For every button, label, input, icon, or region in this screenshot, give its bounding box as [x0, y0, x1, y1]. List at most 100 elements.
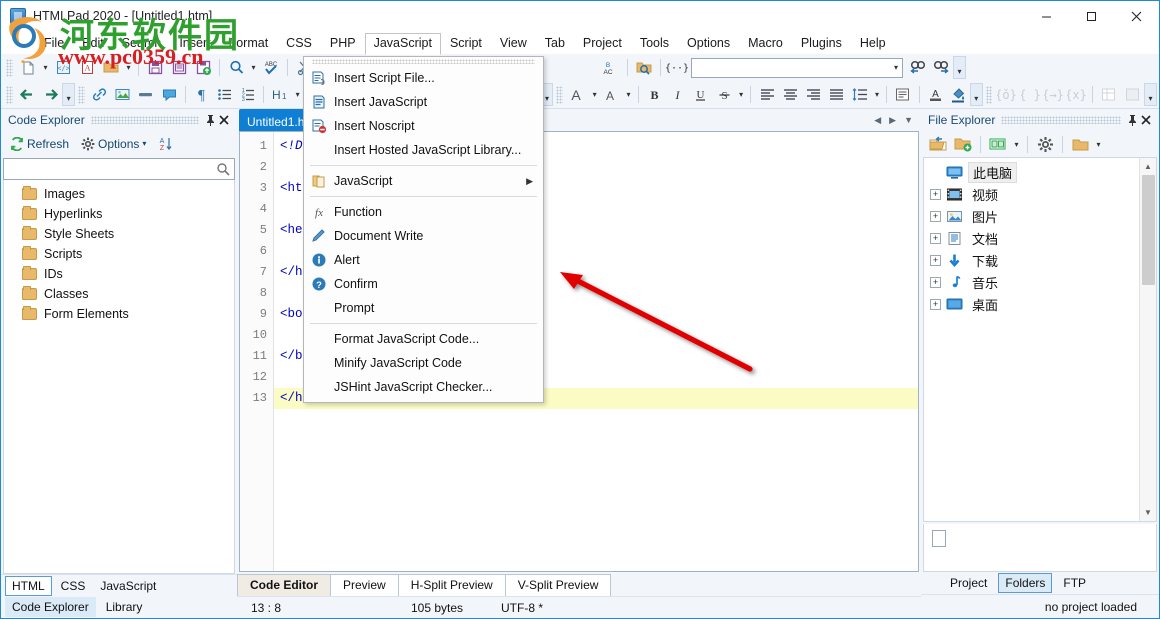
tab-project[interactable]: Project: [943, 573, 994, 593]
font-color-dropdown[interactable]: ▾: [589, 83, 600, 106]
paragraph-icon[interactable]: ¶: [190, 83, 213, 106]
snippet-icon[interactable]: {··}: [665, 56, 689, 79]
file-node-documents[interactable]: + 文档: [924, 227, 1139, 249]
file-node-desktop[interactable]: + 桌面: [924, 293, 1139, 315]
menu-item-jshint-javascript-checker[interactable]: JSHint JavaScript Checker...: [304, 375, 543, 399]
tab-ftp[interactable]: FTP: [1056, 573, 1093, 593]
find-in-files-icon[interactable]: [632, 56, 656, 79]
toolbar-grip[interactable]: [985, 85, 993, 104]
chevron-down-icon[interactable]: ▾: [894, 63, 898, 72]
new-page-icon[interactable]: A: [75, 56, 99, 79]
menu-drag-grip[interactable]: [312, 59, 535, 64]
menu-item-javascript-submenu[interactable]: JavaScript ▶: [304, 169, 543, 193]
font-size-dropdown[interactable]: ▾: [623, 83, 634, 106]
scroll-down-icon[interactable]: ▼: [1140, 504, 1157, 521]
maximize-button[interactable]: [1069, 1, 1114, 31]
toolbar-overflow-nav[interactable]: ▾: [62, 83, 75, 106]
minimize-button[interactable]: [1024, 1, 1069, 31]
menu-item-alert[interactable]: Alert: [304, 248, 543, 272]
bullet-list-icon[interactable]: [213, 83, 236, 106]
code-explorer-search[interactable]: [3, 158, 235, 180]
scroll-up-icon[interactable]: ▲: [1140, 158, 1157, 175]
tab-next-icon[interactable]: ▶: [889, 115, 896, 126]
menu-item-document-write[interactable]: Document Write: [304, 224, 543, 248]
abc-replace-icon[interactable]: B AC: [599, 56, 623, 79]
close-icon[interactable]: [1141, 115, 1155, 125]
menu-plugins[interactable]: Plugins: [792, 33, 851, 54]
menu-javascript[interactable]: JavaScript: [364, 33, 441, 55]
tree-node-classes[interactable]: Classes: [4, 284, 234, 304]
menu-view[interactable]: View: [491, 33, 536, 54]
pin-icon[interactable]: [1127, 114, 1141, 126]
panel-drag-handle[interactable]: [90, 116, 199, 124]
tab-code-editor[interactable]: Code Editor: [237, 574, 331, 596]
frame-icon[interactable]: [1097, 83, 1120, 106]
settings-gear-icon[interactable]: [1033, 133, 1057, 156]
find-prev-icon[interactable]: [905, 56, 929, 79]
heading-dropdown[interactable]: ▾: [292, 83, 303, 106]
find-next-icon[interactable]: [929, 56, 953, 79]
expand-icon[interactable]: +: [930, 298, 941, 310]
menu-item-insert-script-file[interactable]: Insert Script File...: [304, 66, 543, 90]
options-button[interactable]: Options ▾: [76, 134, 151, 154]
tab-folders[interactable]: Folders: [998, 573, 1053, 593]
brace-x-icon[interactable]: {x}: [1065, 83, 1088, 106]
toolbar-grip[interactable]: [556, 85, 564, 104]
tab-library[interactable]: Library: [99, 597, 150, 617]
save-as-icon[interactable]: [167, 56, 191, 79]
new-file-icon[interactable]: [16, 56, 40, 79]
tab-css[interactable]: CSS: [55, 577, 92, 595]
expand-icon[interactable]: +: [930, 232, 941, 244]
numbered-list-icon[interactable]: 123: [236, 83, 259, 106]
expand-icon[interactable]: +: [930, 188, 941, 200]
code-explorer-tree[interactable]: Images Hyperlinks Style Sheets Scripts I…: [3, 180, 235, 574]
menu-search[interactable]: Search: [113, 33, 171, 54]
menu-item-function[interactable]: fx Function: [304, 200, 543, 224]
search-combo[interactable]: ▾: [691, 57, 903, 78]
strikethrough-icon[interactable]: S: [713, 83, 736, 106]
folder-filter-icon[interactable]: [1068, 133, 1092, 156]
spellcheck-icon[interactable]: ABC: [259, 56, 283, 79]
tree-node-ids[interactable]: IDs: [4, 264, 234, 284]
menu-edit[interactable]: Edit: [73, 33, 113, 54]
comment-icon[interactable]: [157, 83, 180, 106]
file-node-music[interactable]: + 音乐: [924, 271, 1139, 293]
find-icon[interactable]: [224, 56, 248, 79]
tab-preview[interactable]: Preview: [330, 574, 399, 596]
up-folder-icon[interactable]: [926, 133, 950, 156]
strikethrough-dropdown[interactable]: ▾: [736, 83, 747, 106]
back-icon[interactable]: [16, 83, 39, 106]
menu-format[interactable]: Format: [220, 33, 278, 54]
menu-item-format-javascript-code[interactable]: Format JavaScript Code...: [304, 327, 543, 351]
file-node-downloads[interactable]: + 下载: [924, 249, 1139, 271]
tab-h-split-preview[interactable]: H-Split Preview: [397, 574, 506, 596]
file-node-pictures[interactable]: + 图片: [924, 205, 1139, 227]
brace-arrow-icon[interactable]: {→}: [1042, 83, 1065, 106]
link-icon[interactable]: [88, 83, 111, 106]
tab-html[interactable]: HTML: [5, 575, 52, 596]
menu-tools[interactable]: Tools: [631, 33, 678, 54]
block-icon[interactable]: [891, 83, 914, 106]
new-folder-icon[interactable]: [951, 133, 975, 156]
file-node-this-pc[interactable]: 此电脑: [924, 161, 1139, 183]
underline-icon[interactable]: U: [689, 83, 712, 106]
forward-icon[interactable]: [39, 83, 62, 106]
toolbar-grip[interactable]: [77, 85, 85, 104]
align-right-icon[interactable]: [802, 83, 825, 106]
tab-javascript[interactable]: JavaScript: [94, 577, 162, 595]
expand-icon[interactable]: +: [930, 210, 941, 222]
font-color-icon[interactable]: A: [566, 83, 589, 106]
toolbar-overflow-4[interactable]: ▾: [1144, 83, 1157, 106]
tree-node-style-sheets[interactable]: Style Sheets: [4, 224, 234, 244]
menu-item-confirm[interactable]: ? Confirm: [304, 272, 543, 296]
line-spacing-dropdown[interactable]: ▾: [872, 83, 883, 106]
new-file-dropdown[interactable]: ▾: [40, 56, 51, 79]
align-left-icon[interactable]: [755, 83, 778, 106]
folder-filter-dropdown[interactable]: ▾: [1093, 133, 1104, 156]
panel-drag-handle[interactable]: [1001, 116, 1121, 124]
menu-php[interactable]: PHP: [321, 33, 365, 54]
javascript-menu-dropdown[interactable]: Insert Script File... Insert JavaScript …: [303, 56, 544, 403]
tab-prev-icon[interactable]: ◀: [874, 115, 881, 126]
line-spacing-icon[interactable]: [848, 83, 871, 106]
menu-css[interactable]: CSS: [277, 33, 321, 54]
